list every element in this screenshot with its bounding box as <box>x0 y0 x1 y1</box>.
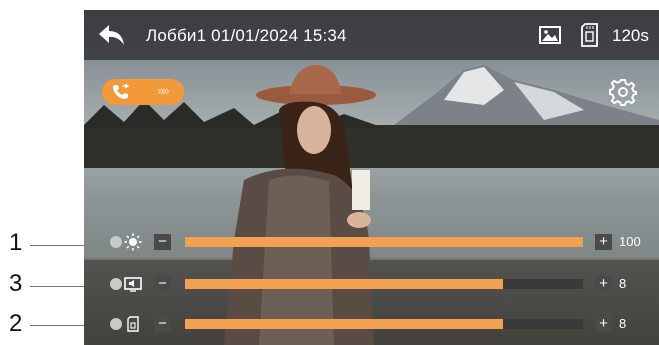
phone-icon <box>113 84 130 99</box>
volume-screen-icon <box>124 277 142 292</box>
volume-slider-fill <box>185 279 504 289</box>
brightness-slider-row: − + 100 <box>84 232 659 252</box>
volume-slider-track[interactable] <box>185 279 583 289</box>
callout-dot <box>110 236 122 248</box>
answer-call-slider[interactable]: »» <box>102 79 184 105</box>
third-slider-row: − + 8 <box>84 314 659 334</box>
back-arrow-icon[interactable] <box>98 23 126 47</box>
top-bar: Лобби1 01/01/2024 15:34 120s <box>84 10 659 60</box>
sd-card-icon <box>581 23 598 47</box>
camera-feed-image <box>84 10 659 345</box>
callout-dot <box>110 278 122 290</box>
third-slider-fill <box>185 319 504 329</box>
gear-icon[interactable] <box>609 78 637 106</box>
volume-minus-button[interactable]: − <box>154 276 171 292</box>
third-minus-button[interactable]: − <box>154 316 171 332</box>
call-timer: 120s <box>612 26 649 45</box>
device-title: Лобби1 01/01/2024 15:34 <box>146 26 347 45</box>
third-slider-track[interactable] <box>185 319 583 329</box>
third-plus-button[interactable]: + <box>595 316 612 332</box>
swipe-arrows: »» <box>157 83 170 98</box>
callout-number-3: 3 <box>9 270 23 297</box>
brightness-value: 100 <box>619 234 641 249</box>
volume-value: 8 <box>619 276 627 291</box>
intercom-screen: Лобби1 01/01/2024 15:34 120s »» − + 100 … <box>84 10 659 345</box>
third-value: 8 <box>619 316 627 331</box>
photo-icon[interactable] <box>539 25 561 45</box>
brightness-slider-fill <box>185 237 583 247</box>
brightness-plus-button[interactable]: + <box>595 234 612 250</box>
callout-number-2: 2 <box>9 310 23 337</box>
sd-small-icon <box>127 316 139 332</box>
volume-plus-button[interactable]: + <box>595 276 612 292</box>
callout-number-1: 1 <box>9 229 23 256</box>
callout-dot <box>110 318 122 330</box>
volume-slider-row: − + 8 <box>84 274 659 294</box>
brightness-icon <box>124 233 142 251</box>
brightness-slider-track[interactable] <box>185 237 583 247</box>
brightness-minus-button[interactable]: − <box>154 234 171 250</box>
